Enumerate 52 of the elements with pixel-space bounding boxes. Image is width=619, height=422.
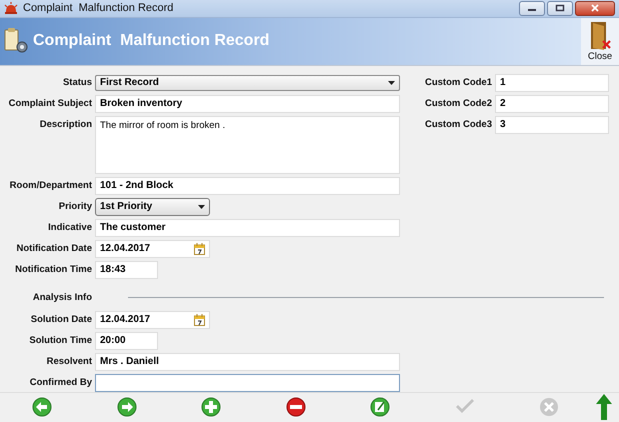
plus-icon[interactable]	[201, 397, 222, 418]
caret-icon	[388, 80, 395, 85]
calendar-icon[interactable]	[194, 242, 205, 255]
date-field[interactable]: 12.04.2017	[95, 310, 210, 329]
input-field[interactable]: 1	[495, 74, 609, 92]
up-arrow-icon[interactable]	[596, 394, 612, 420]
field-label: Confirmed By	[28, 377, 93, 388]
close-button[interactable]: Close	[581, 18, 619, 65]
edit-icon[interactable]	[370, 397, 390, 418]
field-label: Custom Code2	[424, 98, 493, 110]
field-label: Room/Department	[8, 180, 93, 192]
input-field[interactable]	[95, 374, 400, 392]
minus-icon[interactable]	[286, 397, 306, 418]
maximize-button[interactable]	[547, 0, 573, 16]
calendar-icon[interactable]	[194, 314, 205, 326]
window-title: Complaint Malfunction Record	[23, 2, 174, 14]
input-field[interactable]: 2	[495, 94, 609, 113]
maximize-icon	[555, 4, 565, 12]
close-icon	[590, 4, 600, 12]
close-button[interactable]	[575, 0, 615, 16]
field-label: Notification Time	[14, 264, 93, 276]
time-field[interactable]: 18:43	[95, 260, 158, 279]
input-field[interactable]: 101 - 2nd Block	[95, 176, 400, 195]
clipboard-gear-icon	[3, 27, 29, 56]
section-title: Analysis Info	[32, 292, 93, 304]
text-area[interactable]: The mirror of room is broken .	[95, 116, 400, 174]
field-label: Priority	[58, 201, 93, 212]
dropdown[interactable]: 1st Priority	[95, 198, 210, 216]
input-field[interactable]: Broken inventory	[95, 94, 400, 113]
input-field[interactable]: 3	[495, 116, 609, 134]
field-label: Description	[38, 118, 93, 130]
date-field[interactable]: 12.04.2017	[95, 240, 210, 258]
field-label: Solution Date	[30, 314, 93, 326]
field-label: Notification Date	[16, 243, 93, 254]
time-field[interactable]: 20:00	[95, 332, 158, 350]
field-label: Custom Code3	[424, 119, 493, 130]
dropdown[interactable]: First Record	[95, 74, 400, 91]
door-icon	[588, 20, 612, 51]
field-label: Custom Code1	[424, 77, 493, 88]
forward-arrow-icon[interactable]	[116, 397, 137, 418]
caret-icon	[198, 204, 205, 209]
field-label: Solution Time	[28, 335, 93, 346]
form-title: Complaint Malfunction Record	[33, 32, 270, 50]
field-label: Complaint Subject	[8, 98, 93, 110]
field-label: Indicative	[47, 222, 93, 234]
back-arrow-icon[interactable]	[32, 397, 52, 418]
field-label: Resolvent	[46, 356, 93, 368]
input-field[interactable]: The customer	[95, 218, 400, 237]
field-label: Status	[62, 77, 93, 88]
alarm-bell-icon	[4, 2, 18, 14]
input-field[interactable]: Mrs . Daniell	[95, 352, 400, 371]
minimize-button[interactable]	[519, 0, 545, 16]
